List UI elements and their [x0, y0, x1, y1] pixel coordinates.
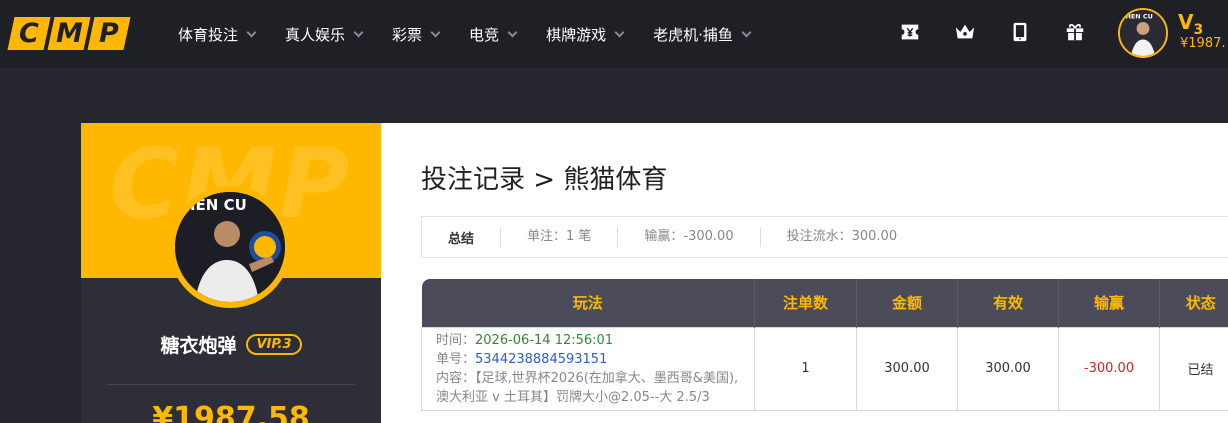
summary-bet-count: 单注：1 笔 [500, 227, 617, 247]
summary-win-loss: 输赢：-300.00 [617, 227, 759, 247]
profile-avatar[interactable]: HEN CU [175, 192, 285, 302]
col-header-win-loss: 输赢 [1058, 279, 1160, 327]
page-title: 投注记录 > 熊猫体育 [421, 165, 668, 195]
bet-order: 单号：5344238884593151 [436, 350, 740, 369]
summary-bar: 总结 单注：1 笔 输赢：-300.00 投注流水：300.00 [421, 216, 1228, 258]
nav-item-slots-fishing[interactable]: 老虎机·捕鱼 [653, 24, 752, 45]
summary-title: 总结 [448, 231, 475, 247]
main-nav: 体育投注 真人娱乐 彩票 电竞 棋牌游戏 老虎机·捕鱼 [178, 0, 780, 68]
nav-item-label: 电竞 [469, 25, 500, 44]
chevron-down-icon [507, 27, 518, 37]
col-header-bet-count: 注单数 [754, 279, 857, 327]
cmp-logo[interactable]: C M P [7, 17, 131, 50]
header-balance: ¥1987. [1180, 36, 1226, 51]
profile-card: CMP HEN CU 糖衣炮弹 VIP.3 ¥1987.58 [81, 123, 381, 423]
nav-item-lottery[interactable]: 彩票 [392, 24, 441, 45]
logo-letter: C [19, 18, 39, 49]
nav-item-label: 真人娱乐 [285, 25, 346, 44]
vip-level-indicator: V3 [1178, 10, 1203, 38]
bet-time-value: 2026-06-14 12:56:01 [475, 332, 614, 348]
username: 糖衣炮弹 [160, 335, 237, 357]
profile-avatar-ring: HEN CU [169, 186, 291, 308]
bet-valid-cell: 300.00 [957, 326, 1059, 411]
bet-content-value: 【足球,世界杯2026(在加拿大、墨西哥&美国),澳大利亚 v 土耳其】罚牌大小… [436, 370, 739, 405]
nav-item-sports[interactable]: 体育投注 [178, 24, 257, 45]
chevron-down-icon [741, 27, 752, 37]
chevron-down-icon [246, 27, 257, 37]
top-navbar: C M P 体育投注 真人娱乐 彩票 电竞 棋牌游戏 老虎机·捕鱼 HEN CU [0, 0, 1228, 68]
avatar-lettering: HEN CU [1126, 12, 1153, 20]
table-row[interactable]: 时间：2026-06-14 12:56:01 单号：53442388845931… [421, 326, 1228, 411]
profile-divider [107, 384, 355, 385]
summary-turnover: 投注流水：300.00 [759, 227, 924, 247]
user-avatar[interactable]: HEN CU [1118, 8, 1168, 58]
col-header-status: 状态 [1159, 279, 1228, 327]
bet-content: 内容：【足球,世界杯2026(在加拿大、墨西哥&美国),澳大利亚 v 土耳其】罚… [436, 369, 740, 407]
gift-icon[interactable] [1063, 20, 1087, 44]
bet-detail-cell: 时间：2026-06-14 12:56:01 单号：53442388845931… [421, 326, 755, 411]
crown-icon[interactable] [953, 20, 977, 44]
bet-win-loss-cell: -300.00 [1058, 326, 1160, 411]
bet-amount-cell: 300.00 [856, 326, 958, 411]
logo-letter: P [99, 18, 119, 49]
nav-item-card-games[interactable]: 棋牌游戏 [546, 24, 625, 45]
profile-balance: ¥1987.58 [152, 401, 310, 423]
nav-item-label: 棋牌游戏 [546, 25, 607, 44]
nav-item-label: 彩票 [392, 25, 423, 44]
avatar-lettering: HEN CU [183, 196, 247, 214]
bet-count-cell: 1 [754, 326, 857, 411]
bet-content-label: 内容： [436, 370, 476, 386]
col-header-amount: 金额 [856, 279, 958, 327]
nav-item-label: 体育投注 [178, 25, 239, 44]
vip-label: V [1178, 10, 1194, 34]
bet-order-label: 单号： [436, 351, 476, 367]
nav-item-label: 老虎机·捕鱼 [653, 25, 733, 44]
logo-letter: M [55, 18, 83, 49]
chevron-down-icon [353, 27, 364, 37]
nav-item-esports[interactable]: 电竞 [469, 24, 518, 45]
username-row: 糖衣炮弹 VIP.3 [81, 331, 381, 358]
chevron-down-icon [614, 27, 625, 37]
chevron-down-icon [430, 27, 441, 37]
col-header-bet-type: 玩法 [421, 279, 755, 327]
tablet-icon[interactable] [1008, 20, 1032, 44]
bet-records-panel: 投注记录 > 熊猫体育 总结 单注：1 笔 输赢：-300.00 投注流水：30… [381, 123, 1228, 423]
bet-status-cell: 已结 [1159, 326, 1228, 411]
col-header-valid: 有效 [957, 279, 1059, 327]
table-header-row: 玩法 注单数 金额 有效 输赢 状态 [421, 279, 1228, 327]
yen-ticket-icon[interactable] [898, 20, 922, 44]
bet-records-table: 玩法 注单数 金额 有效 输赢 状态 时间：2026-06-14 12:56:0… [421, 279, 1228, 411]
vip-badge: VIP.3 [246, 334, 302, 355]
bet-time: 时间：2026-06-14 12:56:01 [436, 331, 740, 350]
bet-order-number[interactable]: 5344238884593151 [475, 352, 607, 367]
bet-time-label: 时间： [436, 332, 476, 348]
top-icon-bar [898, 20, 1118, 44]
nav-item-live-casino[interactable]: 真人娱乐 [285, 24, 364, 45]
